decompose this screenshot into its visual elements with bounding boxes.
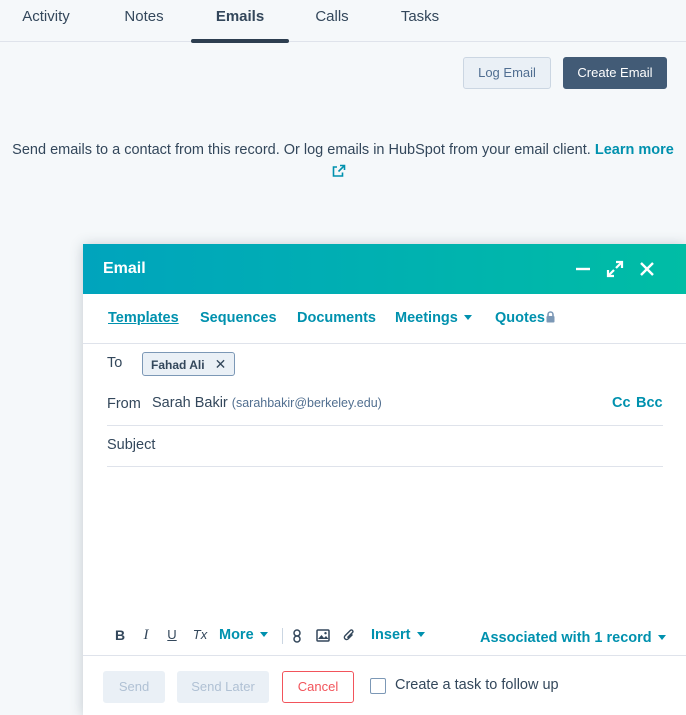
underline-icon[interactable]: U bbox=[165, 627, 179, 645]
tab-calls[interactable]: Calls bbox=[296, 0, 368, 42]
recipient-name: Fahad Ali bbox=[151, 358, 205, 372]
insert-label: Insert bbox=[371, 627, 411, 643]
attachment-icon[interactable] bbox=[343, 628, 356, 643]
sequences-link[interactable]: Sequences bbox=[200, 310, 277, 326]
cancel-button[interactable]: Cancel bbox=[282, 671, 354, 703]
send-button[interactable]: Send bbox=[103, 671, 165, 703]
follow-up-label[interactable]: Create a task to follow up bbox=[395, 677, 559, 693]
active-tab-indicator bbox=[191, 39, 289, 43]
create-email-button[interactable]: Create Email bbox=[563, 57, 667, 89]
email-compose-modal: Email Templates Sequences Documents Meet… bbox=[83, 244, 686, 715]
toolbar-separator bbox=[282, 628, 283, 644]
from-divider bbox=[107, 425, 663, 426]
sender-name: Sarah Bakir bbox=[152, 395, 228, 411]
more-label: More bbox=[219, 627, 254, 643]
close-icon[interactable] bbox=[637, 259, 657, 279]
subject-label: Subject bbox=[107, 437, 156, 453]
follow-up-checkbox[interactable] bbox=[370, 678, 386, 694]
from-label: From bbox=[107, 396, 141, 412]
image-icon[interactable] bbox=[316, 629, 330, 642]
quotes-link[interactable]: Quotes bbox=[495, 310, 556, 326]
tab-notes[interactable]: Notes bbox=[104, 0, 184, 42]
chevron-down-icon bbox=[259, 631, 268, 637]
tab-tasks[interactable]: Tasks bbox=[384, 0, 456, 42]
chevron-down-icon bbox=[657, 634, 666, 640]
templates-link[interactable]: Templates bbox=[108, 310, 179, 326]
minimize-icon[interactable] bbox=[573, 259, 593, 279]
send-later-button[interactable]: Send Later bbox=[177, 671, 269, 703]
tab-activity[interactable]: Activity bbox=[4, 0, 88, 42]
more-format-dropdown[interactable]: More bbox=[219, 627, 268, 643]
from-sender[interactable]: Sarah Bakir (sarahbakir@berkeley.edu) bbox=[152, 395, 382, 411]
clear-format-icon[interactable]: Tx bbox=[191, 627, 209, 645]
tab-emails[interactable]: Emails bbox=[191, 0, 289, 42]
emails-info-text: Send emails to a contact from this recor… bbox=[0, 139, 686, 162]
chevron-down-icon bbox=[416, 631, 425, 637]
link-icon[interactable] bbox=[292, 629, 302, 643]
sender-email: (sarahbakir@berkeley.edu) bbox=[231, 396, 382, 410]
learn-more-link[interactable]: Learn more bbox=[595, 142, 674, 158]
associated-records-dropdown[interactable]: Associated with 1 record bbox=[480, 630, 666, 646]
email-tools-bar: Templates Sequences Documents Meetings Q… bbox=[83, 294, 686, 344]
italic-icon[interactable]: I bbox=[139, 627, 153, 645]
bold-icon[interactable]: B bbox=[113, 627, 127, 645]
quotes-label: Quotes bbox=[495, 310, 545, 326]
insert-dropdown[interactable]: Insert bbox=[371, 627, 425, 643]
remove-recipient-icon[interactable]: ✕ bbox=[215, 353, 227, 375]
log-email-button[interactable]: Log Email bbox=[463, 57, 551, 89]
modal-footer: Send Send Later Cancel Create a task to … bbox=[83, 655, 686, 715]
modal-title: Email bbox=[103, 260, 146, 277]
external-link-icon[interactable] bbox=[332, 164, 346, 178]
associated-label: Associated with 1 record bbox=[480, 630, 652, 646]
chevron-down-icon bbox=[463, 314, 472, 320]
modal-header: Email bbox=[83, 244, 686, 294]
to-label: To bbox=[107, 355, 123, 371]
cc-button[interactable]: Cc bbox=[612, 395, 631, 411]
info-description: Send emails to a contact from this recor… bbox=[12, 142, 591, 158]
meetings-dropdown[interactable]: Meetings bbox=[395, 310, 472, 326]
record-tabs: Activity Notes Emails Calls Tasks bbox=[0, 0, 686, 43]
lock-icon bbox=[546, 311, 555, 323]
documents-link[interactable]: Documents bbox=[297, 310, 376, 326]
subject-input[interactable] bbox=[175, 432, 660, 460]
expand-icon[interactable] bbox=[605, 259, 625, 279]
email-body-editor[interactable] bbox=[107, 472, 663, 612]
subject-divider bbox=[107, 466, 663, 467]
meetings-label: Meetings bbox=[395, 310, 458, 326]
bcc-button[interactable]: Bcc bbox=[636, 395, 663, 411]
recipient-chip[interactable]: Fahad Ali ✕ bbox=[142, 352, 236, 376]
